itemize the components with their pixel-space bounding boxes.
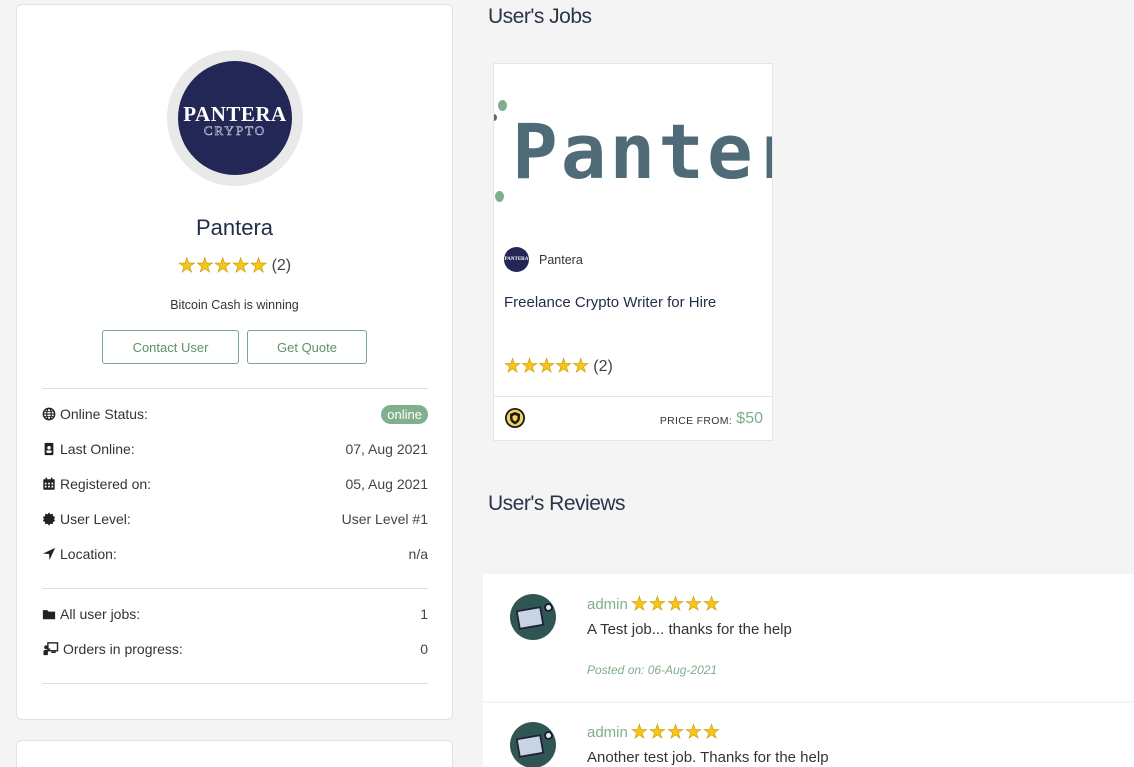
reviewer-name[interactable]: admin <box>587 724 628 741</box>
registered-row: Registered on: 05, Aug 2021 <box>42 473 428 495</box>
reviewer-name[interactable]: admin <box>587 596 628 613</box>
star-icon: ★ <box>685 594 703 615</box>
shield-badge-icon <box>505 408 525 428</box>
star-icon: ★ <box>703 722 721 743</box>
seller-avatar: PANTERA <box>504 247 529 272</box>
pantera-logo: PANTERA CRYPTO <box>178 61 292 175</box>
get-quote-button[interactable]: Get Quote <box>247 330 367 364</box>
profile-card: PANTERA CRYPTO Pantera ★ ★ ★ ★ ★ (2) Bit… <box>16 4 453 720</box>
star-icon: ★ <box>231 255 250 277</box>
divider <box>42 588 428 589</box>
review-header: admin ★ ★ ★ ★ ★ <box>587 722 721 743</box>
job-footer: PRICE FROM: $50 <box>494 396 772 440</box>
star-icon: ★ <box>572 356 590 377</box>
star-icon: ★ <box>666 722 685 743</box>
decor-dot <box>498 100 507 111</box>
star-icon: ★ <box>555 356 573 377</box>
jobs-section-title: User's Jobs <box>488 5 592 28</box>
review-text: Another test job. Thanks for the help <box>587 749 829 766</box>
star-icon: ★ <box>504 356 522 377</box>
decor-dot <box>495 191 504 202</box>
job-rating: ★ ★ ★ ★ ★ (2) <box>504 356 613 377</box>
all-jobs-label: All user jobs: <box>60 606 141 622</box>
star-icon: ★ <box>666 594 685 615</box>
decor-dot <box>494 114 497 121</box>
registered-value: 05, Aug 2021 <box>345 476 428 492</box>
logo-main-text: PANTERA <box>183 101 287 126</box>
job-image-text: Pantera <box>512 107 772 196</box>
orders-value: 0 <box>420 641 428 657</box>
orders-row: Orders in progress: 0 <box>42 638 428 660</box>
star-icon: ★ <box>177 255 197 277</box>
online-status-badge: online <box>381 404 428 424</box>
star-icon: ★ <box>703 594 721 615</box>
star-icon: ★ <box>630 722 649 743</box>
person-chalkboard-icon <box>43 642 59 656</box>
contact-user-button[interactable]: Contact User <box>102 330 239 364</box>
reviewer-avatar <box>510 594 556 640</box>
last-online-label: Last Online: <box>60 441 135 457</box>
divider <box>42 683 428 684</box>
star-icon: ★ <box>521 356 539 377</box>
profile-rating: ★ ★ ★ ★ ★ (2) <box>17 255 452 277</box>
review-date: Posted on: 06-Aug-2021 <box>587 663 718 677</box>
review-header: admin ★ ★ ★ ★ ★ <box>587 594 721 615</box>
online-status-row: Online Status: online <box>42 403 428 425</box>
review-text: A Test job... thanks for the help <box>587 621 792 638</box>
star-icon: ★ <box>648 722 667 743</box>
profile-avatar: PANTERA CRYPTO <box>167 50 303 186</box>
last-online-row: Last Online: 07, Aug 2021 <box>42 438 428 460</box>
star-icon: ★ <box>538 356 556 377</box>
star-icon: ★ <box>195 255 215 277</box>
calendar-icon <box>43 477 55 490</box>
reviews-section-title: User's Reviews <box>488 492 626 515</box>
user-name: Pantera <box>195 215 274 240</box>
star-icon: ★ <box>213 255 232 277</box>
user-level-row: User Level: User Level #1 <box>42 508 428 530</box>
registered-label: Registered on: <box>60 476 152 492</box>
job-card[interactable]: Pantera PANTERA Pantera Freelance Crypto… <box>493 63 773 441</box>
all-jobs-value: 1 <box>420 606 428 622</box>
all-jobs-row: All user jobs: 1 <box>42 603 428 625</box>
globe-icon <box>42 407 56 421</box>
location-label: Location: <box>60 546 117 562</box>
reviewer-avatar <box>510 722 556 767</box>
job-price: $50 <box>736 410 763 427</box>
review-item: admin ★ ★ ★ ★ ★ A Test job... thanks for… <box>483 574 1134 701</box>
location-row: Location: n/a <box>42 543 428 565</box>
price-label: PRICE FROM: <box>659 415 732 427</box>
seller-name[interactable]: Pantera <box>539 253 583 267</box>
rating-count: (2) <box>271 257 292 274</box>
star-icon: ★ <box>685 722 703 743</box>
star-icon: ★ <box>630 594 649 615</box>
id-card-icon <box>44 442 54 456</box>
location-value: n/a <box>408 546 428 562</box>
star-icon: ★ <box>648 594 667 615</box>
review-item: admin ★ ★ ★ ★ ★ Another test job. Thanks… <box>483 703 1134 767</box>
user-level-value: User Level #1 <box>341 511 428 527</box>
location-arrow-icon <box>42 547 56 561</box>
job-thumbnail[interactable]: Pantera <box>494 64 772 236</box>
orders-label: Orders in progress: <box>63 641 183 657</box>
job-rating-count: (2) <box>593 357 613 375</box>
star-icon: ★ <box>249 255 268 277</box>
job-title[interactable]: Freelance Crypto Writer for Hire <box>504 294 716 311</box>
logo-sub-text: CRYPTO <box>203 122 267 138</box>
last-online-value: 07, Aug 2021 <box>345 441 428 457</box>
badge-icon <box>42 512 56 526</box>
user-level-label: User Level: <box>60 511 131 527</box>
divider <box>42 388 428 389</box>
user-tagline: Bitcoin Cash is winning <box>170 298 299 312</box>
job-seller[interactable]: PANTERA Pantera <box>504 247 583 272</box>
secondary-card <box>16 740 453 767</box>
folder-icon <box>42 610 56 620</box>
online-status-label: Online Status: <box>60 406 148 422</box>
